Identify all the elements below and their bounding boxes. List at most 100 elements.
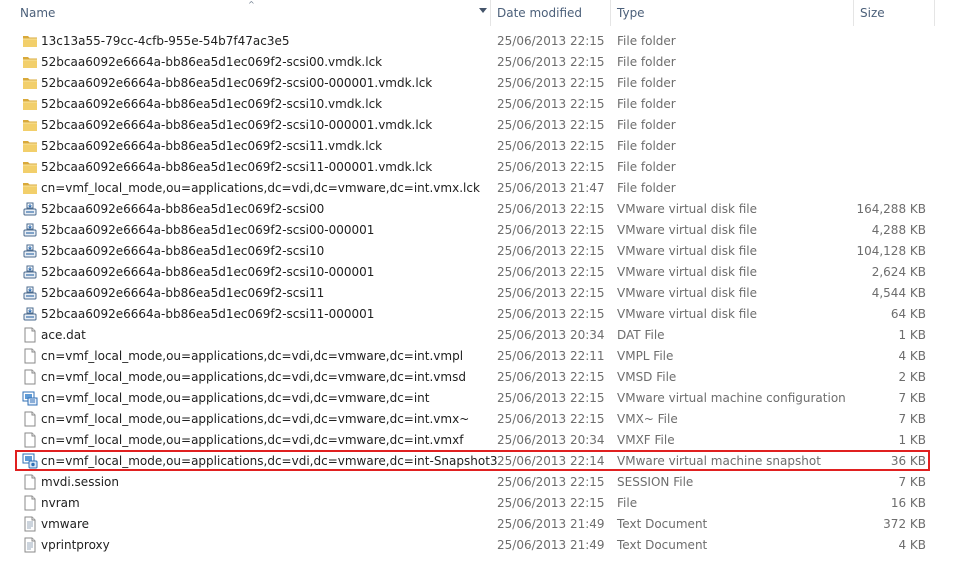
file-row[interactable]: ace.dat 25/06/2013 20:34 DAT File 1 KB — [0, 325, 958, 346]
file-type: VMPL File — [617, 349, 674, 363]
file-size: 4,288 KB — [871, 223, 926, 237]
file-date-modified: 25/06/2013 22:15 — [497, 391, 605, 405]
column-separator[interactable] — [490, 0, 491, 26]
file-date-modified: 25/06/2013 22:15 — [497, 286, 605, 300]
file-type: File folder — [617, 34, 676, 48]
file-row[interactable]: cn=vmf_local_mode,ou=applications,dc=vdi… — [0, 409, 958, 430]
file-row[interactable]: cn=vmf_local_mode,ou=applications,dc=vdi… — [0, 430, 958, 451]
vm-snapshot-icon — [22, 453, 38, 469]
file-name[interactable]: cn=vmf_local_mode,ou=applications,dc=vdi… — [41, 178, 480, 199]
file-row[interactable]: 52bcaa6092e6664a-bb86ea5d1ec069f2-scsi00… — [0, 52, 958, 73]
file-name[interactable]: nvram — [41, 493, 80, 514]
file-date-modified: 25/06/2013 22:15 — [497, 34, 605, 48]
file-row[interactable]: 52bcaa6092e6664a-bb86ea5d1ec069f2-scsi11… — [0, 157, 958, 178]
file-type: Text Document — [617, 538, 708, 552]
file-size: 1 KB — [898, 433, 926, 447]
file-name[interactable]: 52bcaa6092e6664a-bb86ea5d1ec069f2-scsi11 — [41, 283, 324, 304]
column-separator[interactable] — [934, 0, 935, 26]
file-name[interactable]: cn=vmf_local_mode,ou=applications,dc=vdi… — [41, 451, 498, 472]
file-row[interactable]: vmware 25/06/2013 21:49 Text Document 372 K… — [0, 514, 958, 535]
file-name[interactable]: 52bcaa6092e6664a-bb86ea5d1ec069f2-scsi10… — [41, 262, 374, 283]
file-row[interactable]: cn=vmf_local_mode,ou=applications,dc=vdi… — [0, 178, 958, 199]
file-name[interactable]: vmware — [41, 514, 89, 535]
file-name[interactable]: cn=vmf_local_mode,ou=applications,dc=vdi… — [41, 367, 466, 388]
file-type: VMware virtual disk file — [617, 244, 758, 258]
file-row[interactable]: 52bcaa6092e6664a-bb86ea5d1ec069f2-scsi10… — [0, 241, 958, 262]
file-row[interactable]: 52bcaa6092e6664a-bb86ea5d1ec069f2-scsi10… — [0, 262, 958, 283]
file-type: File folder — [617, 118, 676, 132]
file-type: VMware virtual machine configuration — [617, 391, 846, 405]
folder-icon — [22, 138, 38, 154]
file-name[interactable]: cn=vmf_local_mode,ou=applications,dc=vdi… — [41, 430, 463, 451]
file-name[interactable]: 52bcaa6092e6664a-bb86ea5d1ec069f2-scsi00… — [41, 73, 432, 94]
virtual-disk-icon — [22, 285, 38, 301]
text-document-icon — [22, 537, 38, 553]
file-name[interactable]: 52bcaa6092e6664a-bb86ea5d1ec069f2-scsi00 — [41, 199, 324, 220]
file-name[interactable]: 13c13a55-79cc-4cfb-955e-54b7f47ac3e5 — [41, 31, 290, 52]
file-row[interactable]: 52bcaa6092e6664a-bb86ea5d1ec069f2-scsi10… — [0, 94, 958, 115]
virtual-disk-icon — [22, 243, 38, 259]
file-name[interactable]: 52bcaa6092e6664a-bb86ea5d1ec069f2-scsi10… — [41, 94, 382, 115]
file-type: VMware virtual machine snapshot — [617, 454, 821, 468]
file-name[interactable]: 52bcaa6092e6664a-bb86ea5d1ec069f2-scsi11… — [41, 157, 432, 178]
file-row[interactable]: cn=vmf_local_mode,ou=applications,dc=vdi… — [0, 451, 958, 472]
file-size: 1 KB — [898, 328, 926, 342]
file-icon — [22, 348, 38, 364]
file-name[interactable]: cn=vmf_local_mode,ou=applications,dc=vdi… — [41, 388, 430, 409]
file-row[interactable]: 52bcaa6092e6664a-bb86ea5d1ec069f2-scsi00… — [0, 73, 958, 94]
file-size: 64 KB — [890, 307, 926, 321]
file-size: 2,624 KB — [871, 265, 926, 279]
file-size: 7 KB — [898, 412, 926, 426]
column-header-type[interactable]: Type — [613, 0, 853, 26]
file-type: VMware virtual disk file — [617, 286, 758, 300]
file-name[interactable]: 52bcaa6092e6664a-bb86ea5d1ec069f2-scsi10 — [41, 241, 324, 262]
file-date-modified: 25/06/2013 22:15 — [497, 496, 605, 510]
file-date-modified: 25/06/2013 22:15 — [497, 307, 605, 321]
file-row[interactable]: vprintproxy 25/06/2013 21:49 Text Document… — [0, 535, 958, 556]
file-name[interactable]: 52bcaa6092e6664a-bb86ea5d1ec069f2-scsi11… — [41, 136, 382, 157]
file-size: 4 KB — [898, 538, 926, 552]
file-type: File folder — [617, 76, 676, 90]
file-name[interactable]: 52bcaa6092e6664a-bb86ea5d1ec069f2-scsi00… — [41, 220, 374, 241]
file-name[interactable]: cn=vmf_local_mode,ou=applications,dc=vdi… — [41, 409, 469, 430]
file-name[interactable]: ace.dat — [41, 325, 86, 346]
filter-dropdown-icon[interactable] — [479, 8, 487, 13]
file-date-modified: 25/06/2013 22:15 — [497, 475, 605, 489]
column-header-date-modified[interactable]: Date modified — [493, 0, 610, 26]
file-row[interactable]: 52bcaa6092e6664a-bb86ea5d1ec069f2-scsi10… — [0, 115, 958, 136]
file-date-modified: 25/06/2013 22:15 — [497, 244, 605, 258]
file-date-modified: 25/06/2013 22:15 — [497, 139, 605, 153]
file-row[interactable]: nvram 25/06/2013 22:15 File 16 KB — [0, 493, 958, 514]
file-date-modified: 25/06/2013 21:49 — [497, 517, 605, 531]
file-row[interactable]: 52bcaa6092e6664a-bb86ea5d1ec069f2-scsi11… — [0, 304, 958, 325]
file-row[interactable]: cn=vmf_local_mode,ou=applications,dc=vdi… — [0, 388, 958, 409]
file-type: VMware virtual disk file — [617, 265, 758, 279]
column-header-size[interactable]: Size — [856, 0, 934, 26]
file-row[interactable]: mvdi.session 25/06/2013 22:15 SESSION File… — [0, 472, 958, 493]
file-row[interactable]: 52bcaa6092e6664a-bb86ea5d1ec069f2-scsi00… — [0, 199, 958, 220]
column-separator[interactable] — [853, 0, 854, 26]
file-date-modified: 25/06/2013 22:15 — [497, 97, 605, 111]
file-name[interactable]: 52bcaa6092e6664a-bb86ea5d1ec069f2-scsi00… — [41, 52, 382, 73]
file-date-modified: 25/06/2013 21:49 — [497, 538, 605, 552]
file-date-modified: 25/06/2013 20:34 — [497, 328, 605, 342]
file-row[interactable]: 52bcaa6092e6664a-bb86ea5d1ec069f2-scsi11… — [0, 283, 958, 304]
file-name[interactable]: 52bcaa6092e6664a-bb86ea5d1ec069f2-scsi10… — [41, 115, 432, 136]
file-name[interactable]: 52bcaa6092e6664a-bb86ea5d1ec069f2-scsi11… — [41, 304, 374, 325]
file-row[interactable]: cn=vmf_local_mode,ou=applications,dc=vdi… — [0, 367, 958, 388]
file-row[interactable]: 52bcaa6092e6664a-bb86ea5d1ec069f2-scsi11… — [0, 136, 958, 157]
folder-icon — [22, 33, 38, 49]
column-separator[interactable] — [610, 0, 611, 26]
file-name[interactable]: mvdi.session — [41, 472, 119, 493]
file-row[interactable]: cn=vmf_local_mode,ou=applications,dc=vdi… — [0, 346, 958, 367]
file-row[interactable]: 52bcaa6092e6664a-bb86ea5d1ec069f2-scsi00… — [0, 220, 958, 241]
file-name[interactable]: cn=vmf_local_mode,ou=applications,dc=vdi… — [41, 346, 463, 367]
file-type: VMSD File — [617, 370, 677, 384]
file-size: 2 KB — [898, 370, 926, 384]
file-type: VMX~ File — [617, 412, 678, 426]
file-date-modified: 25/06/2013 20:34 — [497, 433, 605, 447]
file-type: File folder — [617, 55, 676, 69]
file-date-modified: 25/06/2013 22:11 — [497, 349, 605, 363]
file-row[interactable]: 13c13a55-79cc-4cfb-955e-54b7f47ac3e5 25/0… — [0, 31, 958, 52]
file-name[interactable]: vprintproxy — [41, 535, 110, 556]
